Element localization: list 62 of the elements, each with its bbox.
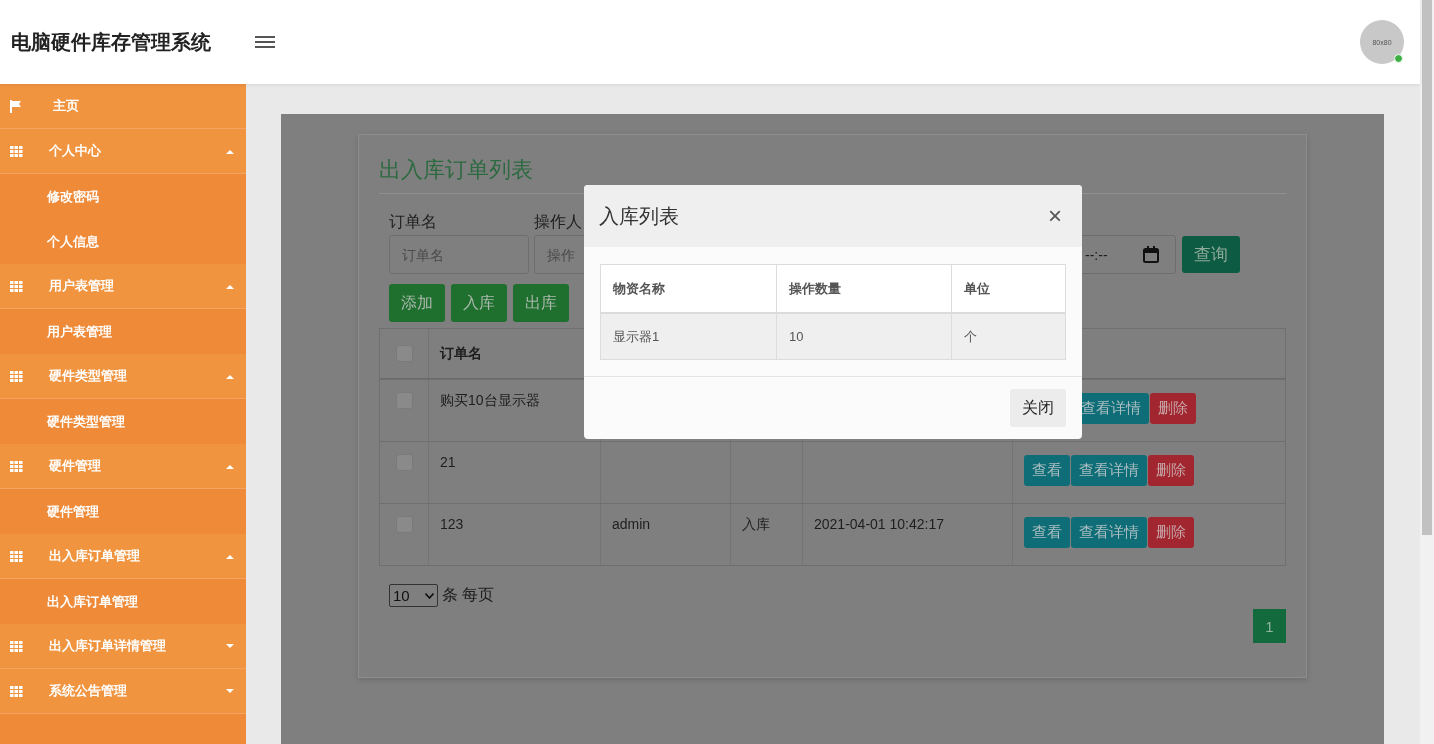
sidebar-label: 个人中心 <box>49 142 102 160</box>
field-label: 订单名 <box>389 212 437 232</box>
toolbar-button[interactable]: 添加 <box>389 284 445 322</box>
sidebar-label: 硬件类型管理 <box>49 367 128 385</box>
view-button[interactable]: 查看 <box>1024 517 1070 548</box>
grid-icon <box>10 685 23 697</box>
table-cell: 123 <box>440 516 464 532</box>
grid-icon <box>10 280 23 292</box>
table-cell: 购买10台显示器 <box>440 392 540 408</box>
sidebar-group[interactable]: 系统公告管理 <box>0 669 246 714</box>
table-cell-text: 显示器1 <box>612 327 661 346</box>
menu-icon[interactable] <box>255 34 275 50</box>
modal-title: 入库列表 <box>599 203 679 229</box>
sidebar-group[interactable]: 硬件类型管理 <box>0 354 246 399</box>
table-cell: admin <box>612 516 651 532</box>
column-header: 单位 <box>951 265 1065 312</box>
column-header: 物资名称 <box>612 279 666 298</box>
close-button[interactable]: 关闭 <box>1010 389 1066 427</box>
grid-icon <box>10 370 23 382</box>
details-button[interactable]: 查看详情 <box>1071 517 1147 548</box>
table-cell: 个 <box>951 314 1065 359</box>
toolbar-button[interactable]: 入库 <box>451 284 507 322</box>
delete-button[interactable]: 删除 <box>1150 393 1196 424</box>
delete-button[interactable]: 删除 <box>1148 455 1194 486</box>
sidebar-label: 系统公告管理 <box>49 682 128 700</box>
sidebar-label: 主页 <box>53 97 80 115</box>
column-header: 操作数量 <box>776 265 951 312</box>
scrollbar[interactable] <box>1420 0 1434 744</box>
sidebar-item[interactable]: 主页 <box>0 84 246 129</box>
column-header: 订单名 <box>440 344 482 363</box>
sidebar-group[interactable]: 个人中心 <box>0 129 246 174</box>
page-size-select[interactable]: 10 <box>389 584 438 607</box>
sidebar-label: 用户表管理 <box>49 277 115 295</box>
delete-button[interactable]: 删除 <box>1148 517 1194 548</box>
field-label: 操作人 <box>534 212 582 232</box>
page-size-label: 条 每页 <box>442 585 495 605</box>
sidebar-label: 出入库订单管理 <box>49 547 141 565</box>
toolbar-button[interactable]: 出库 <box>513 284 569 322</box>
flag-icon <box>10 99 22 113</box>
table-cell: 10 <box>776 314 951 359</box>
page-button[interactable]: 1 <box>1253 609 1286 643</box>
sidebar-group[interactable]: 用户表管理 <box>0 264 246 309</box>
grid-icon <box>10 460 23 472</box>
grid-icon <box>10 550 23 562</box>
sidebar-group[interactable]: 硬件管理 <box>0 444 246 489</box>
app-title: 电脑硬件库存管理系统 <box>11 29 211 55</box>
view-button[interactable]: 查看 <box>1024 455 1070 486</box>
sidebar-label: 硬件管理 <box>49 457 102 475</box>
close-button[interactable]: × <box>1044 202 1066 230</box>
sidebar-label: 出入库订单详情管理 <box>49 637 167 655</box>
table-cell: 21 <box>440 454 456 470</box>
table-cell: 2021-04-01 10:42:17 <box>814 516 944 532</box>
grid-icon <box>10 145 23 157</box>
calendar-icon <box>1143 246 1159 263</box>
grid-icon <box>10 640 23 652</box>
scrollbar-thumb[interactable] <box>1422 0 1432 535</box>
details-button[interactable]: 查看详情 <box>1071 455 1147 486</box>
chevron-down-icon <box>425 592 434 599</box>
table-cell: 入库 <box>742 516 770 532</box>
search-button[interactable]: 查询 <box>1182 236 1240 273</box>
sidebar-group[interactable]: 出入库订单管理 <box>0 534 246 579</box>
sidebar-group[interactable]: 出入库订单详情管理 <box>0 624 246 669</box>
